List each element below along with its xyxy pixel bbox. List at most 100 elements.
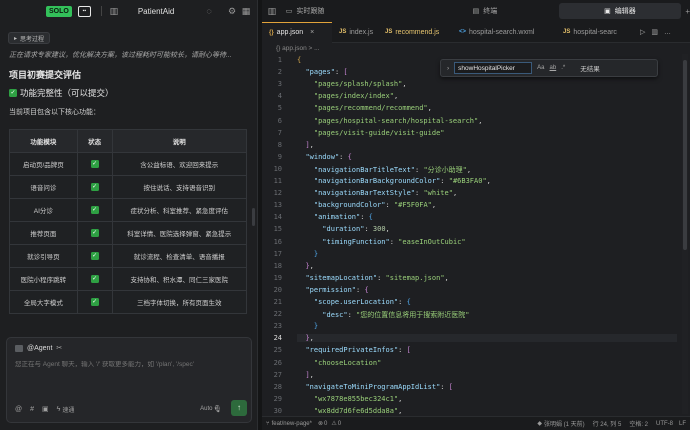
encoding[interactable]: UTF-8 — [656, 421, 673, 427]
line-number: 15 — [273, 225, 282, 234]
chat-scrollbar[interactable] — [252, 208, 255, 226]
line-ending[interactable]: LF — [679, 421, 686, 427]
warning-count[interactable]: 0 — [338, 421, 341, 427]
at-icon[interactable]: @ — [15, 406, 22, 413]
line-number: 20 — [273, 285, 282, 294]
sidebar-toggle-icon[interactable]: ▥ — [266, 5, 278, 17]
code-line[interactable]: }, — [297, 262, 313, 270]
code-icon: ▣ — [604, 8, 611, 15]
match-word-toggle[interactable]: ab — [550, 65, 557, 71]
microphone-icon[interactable]: 🎙 — [213, 405, 222, 413]
regex-toggle[interactable]: .* — [561, 65, 565, 71]
hash-icon[interactable]: # — [30, 406, 34, 413]
code-line[interactable]: "window": { — [297, 153, 351, 161]
error-count[interactable]: 0 — [324, 421, 327, 427]
sidebar-toggle-icon[interactable]: ▥ — [108, 5, 120, 17]
code-line[interactable]: "wx8dd7d6fe6d5dda8a", — [297, 407, 403, 415]
code-line[interactable]: "navigationBarTitleText": "分诊小助理", — [297, 165, 471, 175]
code-line[interactable]: "backgroundColor": "#F5F0FA", — [297, 201, 436, 209]
cursor-position[interactable]: 行 24, 列 5 — [593, 419, 622, 428]
code-line[interactable]: { — [297, 56, 301, 64]
code-line[interactable]: "duration": 300, — [297, 225, 389, 233]
image-icon[interactable]: ▣ — [42, 405, 49, 413]
right-tab-bar: ▥ ▭ 实时跟随 ▤ 终端 ▣ 编辑器 + — [262, 0, 690, 22]
table-row: 推荐页面 ✓ 科室详情、医院选择弹窗、紧急提示 — [9, 221, 248, 245]
send-button[interactable]: ↑ — [231, 400, 247, 416]
code-line[interactable]: "permission": { — [297, 286, 368, 294]
table-row: AI分诊 ✓ 症状分析、科室推荐、紧急度评估 — [9, 198, 248, 222]
breadcrumb[interactable]: {} app.json > ... — [276, 45, 320, 52]
solo-logo-icon: ▪▪ — [77, 5, 91, 17]
run-icon[interactable]: ▷ — [640, 28, 645, 36]
file-tab-label: app.json — [276, 29, 304, 36]
thinking-process-toggle[interactable]: ▸ 思考过程 — [8, 32, 51, 44]
code-line[interactable]: "chooseLocation" — [297, 359, 381, 367]
js-file-icon: JS — [339, 29, 347, 35]
agent-chat-input[interactable] — [15, 361, 243, 368]
panel-layout-icon[interactable]: ▦ — [240, 5, 252, 17]
code-line[interactable]: "sitemapLocation": "sitemap.json", — [297, 274, 448, 282]
table-header: 功能模块 — [9, 129, 78, 153]
editor-scrollbar-thumb[interactable] — [683, 60, 687, 250]
agent-label[interactable]: @Agent — [27, 345, 52, 352]
tab-editor[interactable]: ▣ 编辑器 — [558, 3, 682, 19]
file-tab-bar: {} app.json × JS index.js JS recommend.j… — [262, 21, 690, 43]
code-line[interactable]: "pages/recommend/recommend", — [297, 104, 432, 112]
chevron-right-icon[interactable]: › — [447, 65, 449, 72]
match-case-toggle[interactable]: Aa — [537, 65, 544, 71]
git-branch[interactable]: feat/new-page* — [272, 421, 312, 427]
line-number: 6 — [277, 116, 282, 125]
code-line[interactable]: "timingFunction": "easeInOutCubic" — [297, 238, 465, 246]
description-cell: 支持协和、积水潭、同仁三家医院 — [111, 267, 248, 291]
more-icon[interactable]: … — [664, 29, 671, 36]
code-line[interactable]: "animation": { — [297, 213, 373, 221]
code-line[interactable]: "pages/splash/splash", — [297, 80, 407, 88]
add-tab-icon[interactable]: + — [685, 7, 690, 16]
checkmark-icon: ✓ — [90, 160, 99, 168]
code-line[interactable]: "pages": [ — [297, 68, 347, 76]
code-line[interactable]: "desc": "您的位置信息将用于搜索附近医院" — [297, 310, 469, 320]
code-line[interactable]: "pages/index/index", — [297, 92, 398, 100]
gear-icon[interactable]: ⚙ — [226, 5, 238, 17]
tab-live-follow[interactable]: ▭ 实时跟随 — [278, 3, 412, 19]
line-number: 11 — [273, 177, 282, 185]
code-line[interactable]: "navigateToMiniProgramAppIdList": [ — [297, 383, 453, 391]
file-tab-index-js[interactable]: JS index.js — [332, 22, 378, 43]
code-line[interactable]: "pages/hospital-search/hospital-search", — [297, 117, 483, 125]
tab-terminal[interactable]: ▤ 终端 — [411, 3, 558, 19]
file-tab-recommend-js[interactable]: JS recommend.js — [378, 22, 452, 43]
agent-square-icon — [15, 344, 23, 352]
code-line[interactable]: }, — [297, 334, 677, 343]
line-number: 12 — [273, 189, 282, 198]
code-editor[interactable]: 1{2 "pages": [3 "pages/splash/splash", 4 … — [262, 54, 678, 416]
code-line[interactable]: "navigationBarTextStyle": "white", — [297, 189, 457, 197]
line-number: 4 — [277, 92, 282, 101]
git-blame[interactable]: 张明娟 (1 天前) — [544, 419, 585, 428]
code-line[interactable]: "navigationBarBackgroundColor": "#6B3FA0… — [297, 177, 491, 185]
file-tab-hospital-search-js[interactable]: JS hospital-searc — [556, 22, 638, 43]
file-tab-hospital-search-wxml[interactable]: <> hospital-search.wxml — [452, 22, 556, 43]
code-line[interactable]: ], — [297, 141, 313, 149]
speed-mode[interactable]: ϟ 速通 — [57, 405, 75, 414]
editor-panel: ▥ ▭ 实时跟随 ▤ 终端 ▣ 编辑器 + {} app.json × JS i… — [262, 0, 690, 430]
collapse-icon: ▸ — [14, 35, 18, 42]
tools-icon[interactable]: ✂ — [56, 344, 62, 352]
close-icon[interactable]: × — [310, 29, 314, 36]
file-tab-app-json[interactable]: {} app.json × — [262, 21, 332, 43]
split-editor-icon[interactable]: ▥ — [651, 28, 658, 36]
code-line[interactable]: "requiredPrivateInfos": [ — [297, 346, 410, 354]
file-tab-label: hospital-searc — [573, 28, 617, 36]
code-line[interactable]: "scope.userLocation": { — [297, 298, 411, 306]
code-line[interactable]: "pages/visit-guide/visit-guide" — [297, 129, 445, 137]
code-line[interactable]: } — [297, 250, 318, 258]
indentation[interactable]: 空格: 2 — [629, 419, 648, 428]
agent-input-box: @Agent ✂ @ # ▣ ϟ 速通 Auto ▾ 🎙 ↑ — [6, 337, 252, 423]
find-input[interactable] — [454, 62, 533, 74]
code-line[interactable]: "wx7878e855bec324c1", — [297, 395, 403, 403]
project-name[interactable]: PatientAid — [138, 7, 174, 16]
chat-bubble-icon[interactable]: ◌ — [203, 5, 215, 17]
code-line[interactable]: ], — [297, 371, 313, 379]
code-line[interactable]: } — [297, 322, 318, 330]
file-tab-label: hospital-search.wxml — [469, 28, 535, 36]
tab-label: 编辑器 — [614, 8, 636, 15]
